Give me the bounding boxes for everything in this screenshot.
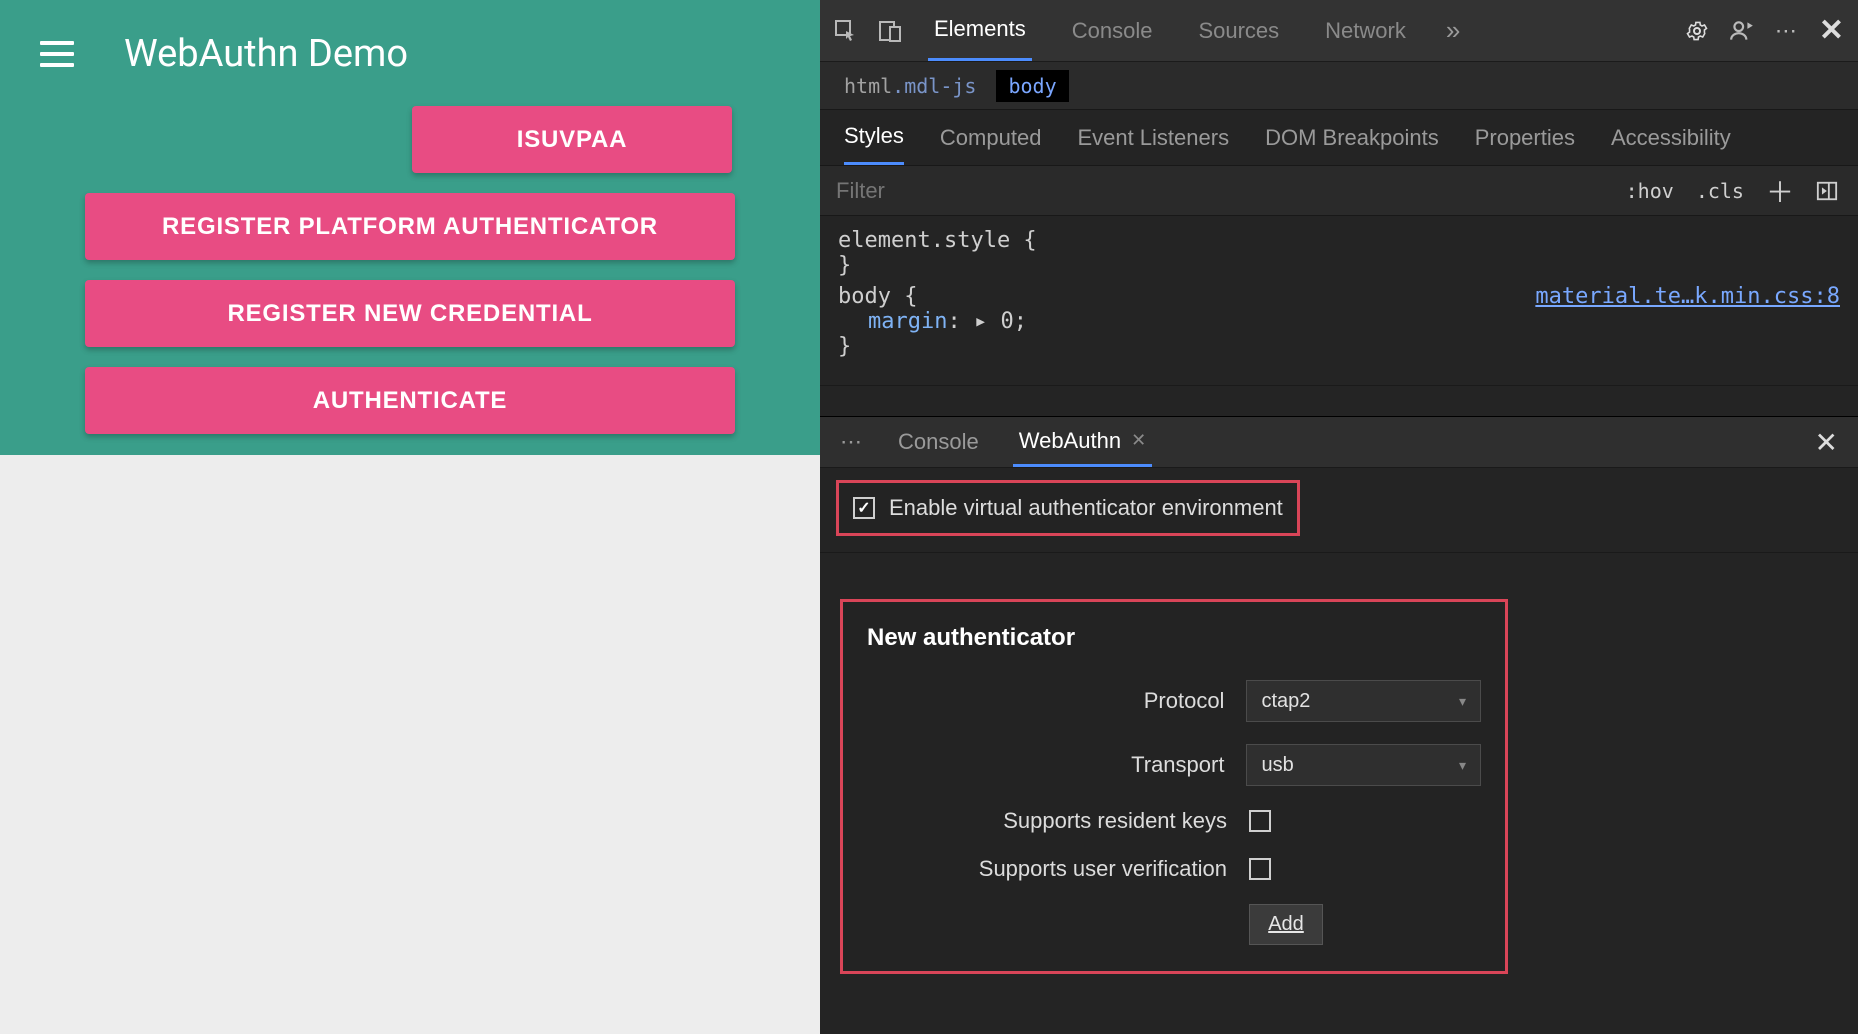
app-top-bar: WebAuthn Demo [40,32,780,76]
new-style-rule-icon[interactable]: ＋ [1766,171,1794,211]
css-prop-margin[interactable]: margin: ▸ 0; [838,309,1840,334]
supports-user-verification-label: Supports user verification [867,856,1227,882]
chevron-down-icon: ▾ [1459,757,1466,774]
protocol-label: Protocol [867,688,1224,714]
styles-filter-input[interactable] [820,178,1606,204]
app-title: WebAuthn Demo [124,32,408,76]
drawer-tab-webauthn[interactable]: WebAuthn ✕ [1013,417,1152,467]
inspect-element-icon[interactable] [834,19,858,43]
breadcrumb-body[interactable]: body [996,70,1068,102]
supports-user-verification-checkbox[interactable] [1249,858,1271,880]
tab-network[interactable]: Network [1319,0,1412,61]
styles-filter-bar: :hov .cls ＋ [820,166,1858,216]
close-devtools-icon[interactable]: ✕ [1819,13,1844,48]
app-header: WebAuthn Demo ISUVPAA REGISTER PLATFORM … [0,0,820,455]
breadcrumb-html-class: .mdl-js [892,74,976,98]
css-prop-value: 0 [1000,309,1013,334]
subtab-accessibility[interactable]: Accessibility [1611,110,1731,165]
styles-pane: element.style { } material.te…k.min.css:… [820,216,1858,386]
element-style-selector[interactable]: element.style { [838,228,1840,253]
tab-console[interactable]: Console [1066,0,1159,61]
devtools-toolbar: Elements Console Sources Network » ⋯ ✕ [820,0,1858,62]
drawer-tab-webauthn-label: WebAuthn [1019,428,1121,454]
css-prop-name: margin [868,309,947,334]
transport-value: usb [1261,754,1293,777]
toggle-layout-icon[interactable] [1816,180,1838,202]
subtab-computed[interactable]: Computed [940,110,1042,165]
elements-breadcrumb: html.mdl-js body [820,62,1858,110]
drawer-close-icon[interactable]: ✕ [1815,426,1838,459]
device-toolbar-icon[interactable] [878,19,902,43]
drawer-more-icon[interactable]: ⋯ [840,429,864,455]
supports-resident-keys-checkbox[interactable] [1249,810,1271,832]
transport-select[interactable]: usb ▾ [1246,744,1481,786]
css-source-link[interactable]: material.te…k.min.css:8 [1535,284,1840,309]
register-platform-authenticator-button[interactable]: REGISTER PLATFORM AUTHENTICATOR [85,193,735,260]
subtab-properties[interactable]: Properties [1475,110,1575,165]
settings-gear-icon[interactable] [1685,19,1709,43]
enable-virtual-authenticator-label: Enable virtual authenticator environment [889,495,1283,521]
protocol-select[interactable]: ctap2 ▾ [1246,680,1481,722]
isuvpaa-button[interactable]: ISUVPAA [412,106,732,173]
more-tabs-chevron-icon[interactable]: » [1446,15,1460,46]
more-menu-icon[interactable]: ⋯ [1775,18,1799,44]
drawer-tab-webauthn-close-icon[interactable]: ✕ [1131,430,1146,451]
styles-sub-tabs: Styles Computed Event Listeners DOM Brea… [820,110,1858,166]
enable-virtual-authenticator-row[interactable]: Enable virtual authenticator environment [836,480,1300,536]
chevron-down-icon: ▾ [1459,693,1466,710]
buttons-wrap: ISUVPAA REGISTER PLATFORM AUTHENTICATOR … [40,106,780,454]
supports-resident-keys-label: Supports resident keys [867,808,1227,834]
devtools-panel: Elements Console Sources Network » ⋯ ✕ h… [820,0,1858,1034]
cls-toggle[interactable]: .cls [1696,179,1744,203]
subtab-styles[interactable]: Styles [844,110,904,165]
feedback-icon[interactable] [1729,18,1755,44]
protocol-value: ctap2 [1261,690,1310,713]
brace-close-1: } [838,253,1840,278]
drawer-tabs: ⋯ Console WebAuthn ✕ ✕ [820,416,1858,468]
enable-virtual-authenticator-checkbox[interactable] [853,497,875,519]
brace-close-2: } [838,334,1840,359]
tab-sources[interactable]: Sources [1192,0,1285,61]
authenticate-button[interactable]: AUTHENTICATE [85,367,735,434]
subtab-event-listeners[interactable]: Event Listeners [1077,110,1229,165]
register-new-credential-button[interactable]: REGISTER NEW CREDENTIAL [85,280,735,347]
subtab-dom-breakpoints[interactable]: DOM Breakpoints [1265,110,1439,165]
hov-toggle[interactable]: :hov [1626,179,1674,203]
hamburger-menu-icon[interactable] [40,34,80,74]
tab-elements[interactable]: Elements [928,0,1032,61]
breadcrumb-html[interactable]: html.mdl-js [844,74,976,98]
add-authenticator-button[interactable]: Add [1249,904,1323,945]
transport-label: Transport [867,752,1224,778]
drawer-tab-console[interactable]: Console [892,417,985,467]
new-authenticator-title: New authenticator [867,624,1481,652]
app-panel: WebAuthn Demo ISUVPAA REGISTER PLATFORM … [0,0,820,1034]
breadcrumb-html-tag: html [844,74,892,98]
new-authenticator-form: New authenticator Protocol ctap2 ▾ Trans… [840,599,1508,974]
